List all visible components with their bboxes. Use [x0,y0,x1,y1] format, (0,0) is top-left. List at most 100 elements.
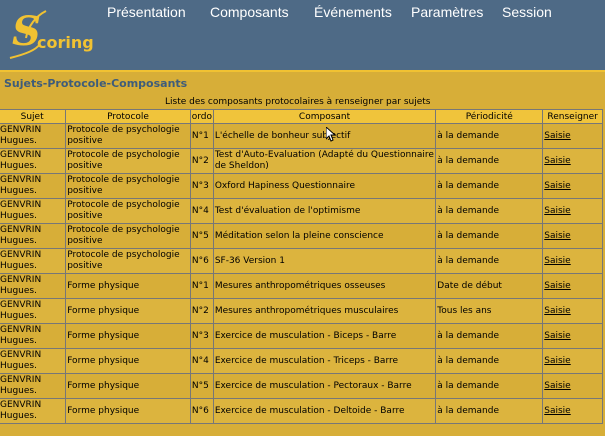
logo-text: coring [37,33,94,52]
cell-sujet: GENVRIN Hugues. [0,173,67,199]
cell-renseigner: Saisie [542,273,603,299]
col-header-periodicite: Périodicité [435,109,544,124]
cell-composant: Exercice de musculation - Triceps - Barr… [212,348,437,374]
cell-ordo: N°5 [189,373,214,399]
saisie-link[interactable]: Saisie [544,381,570,391]
saisie-link[interactable]: Saisie [544,356,570,366]
cell-composant: SF-36 Version 1 [212,248,437,274]
main-nav: Présentation Composants Événements Param… [0,4,605,24]
cell-sujet: GENVRIN Hugues. [0,148,67,174]
cell-protocole: Protocole de psychologie positive [65,248,191,274]
cell-renseigner: Saisie [542,398,603,424]
cell-protocole: Protocole de psychologie positive [65,123,191,149]
nav-item-parametres[interactable]: Paramètres [411,4,483,20]
cell-sujet: GENVRIN Hugues. [0,348,67,374]
cell-ordo: N°2 [189,298,214,324]
cell-protocole: Forme physique [65,373,191,399]
cell-sujet: GENVRIN Hugues. [0,398,67,424]
cell-protocole: Forme physique [65,298,191,324]
table-row: GENVRIN Hugues. Protocole de psychologie … [0,198,603,224]
cell-sujet: GENVRIN Hugues. [0,373,67,399]
table-row: GENVRIN Hugues. Protocole de psychologie … [0,248,603,274]
cell-periodicite: à la demande [435,123,544,149]
cell-protocole: Forme physique [65,348,191,374]
table-row: GENVRIN Hugues. Forme physique N°4 Exercice… [0,348,603,374]
cell-composant: Test d'Auto-Evaluation (Adapté du Questi… [212,148,437,174]
cell-protocole: Protocole de psychologie positive [65,148,191,174]
table-row: GENVRIN Hugues. Protocole de psychologie … [0,223,603,249]
cell-ordo: N°5 [189,223,214,249]
col-header-protocole: Protocole [65,109,191,124]
cell-ordo: N°4 [189,348,214,374]
table-header-row: Sujet Protocole ordo Composant Périodici… [0,109,603,124]
cell-ordo: N°1 [189,123,214,149]
cell-composant: L'échelle de bonheur subjectif [212,123,437,149]
table-row: GENVRIN Hugues. Forme physique N°5 Exercice… [0,373,603,399]
cell-renseigner: Saisie [542,348,603,374]
cell-protocole: Protocole de psychologie positive [65,223,191,249]
col-header-ordo: ordo [189,109,214,124]
table-row: GENVRIN Hugues. Forme physique N°6 Exercice… [0,398,603,424]
table-row: GENVRIN Hugues. Protocole de psychologie … [0,123,603,149]
cell-protocole: Protocole de psychologie positive [65,198,191,224]
nav-item-presentation[interactable]: Présentation [107,4,186,20]
cell-ordo: N°6 [189,398,214,424]
cell-sujet: GENVRIN Hugues. [0,198,67,224]
cell-renseigner: Saisie [542,148,603,174]
cell-renseigner: Saisie [542,223,603,249]
saisie-link[interactable]: Saisie [544,281,570,291]
cell-ordo: N°1 [189,273,214,299]
cell-protocole: Forme physique [65,273,191,299]
saisie-link[interactable]: Saisie [544,131,570,141]
cell-periodicite: à la demande [435,173,544,199]
saisie-link[interactable]: Saisie [544,331,570,341]
nav-item-composants[interactable]: Composants [210,4,289,20]
col-header-renseigner: Renseigner [542,109,603,124]
cell-renseigner: Saisie [542,323,603,349]
cell-periodicite: à la demande [435,148,544,174]
cell-composant: Méditation selon la pleine conscience [212,223,437,249]
cell-renseigner: Saisie [542,198,603,224]
col-header-sujet: Sujet [0,109,67,124]
cell-renseigner: Saisie [542,373,603,399]
table-row: GENVRIN Hugues. Protocole de psychologie … [0,173,603,199]
saisie-link[interactable]: Saisie [544,256,570,266]
cell-composant: Exercice de musculation - Deltoide - Bar… [212,398,437,424]
saisie-link[interactable]: Saisie [544,231,570,241]
saisie-link[interactable]: Saisie [544,306,570,316]
cell-sujet: GENVRIN Hugues. [0,273,67,299]
nav-item-session[interactable]: Session [502,4,552,20]
cell-composant: Exercice de musculation - Biceps - Barre [212,323,437,349]
col-header-composant: Composant [212,109,437,124]
cell-ordo: N°6 [189,248,214,274]
cell-renseigner: Saisie [542,298,603,324]
cell-periodicite: à la demande [435,398,544,424]
app-header: S coring Présentation Composants Événeme… [0,0,605,70]
cell-periodicite: à la demande [435,373,544,399]
cell-periodicite: à la demande [435,323,544,349]
saisie-link[interactable]: Saisie [544,181,570,191]
cell-protocole: Protocole de psychologie positive [65,173,191,199]
table-row: GENVRIN Hugues. Forme physique N°1 Mesures … [0,273,603,299]
nav-item-evenements[interactable]: Événements [314,4,392,20]
saisie-link[interactable]: Saisie [544,156,570,166]
cell-composant: Mesures anthropométriques musculaires [212,298,437,324]
page-title: Sujets-Protocole-Composants [4,77,188,90]
cell-sujet: GENVRIN Hugues. [0,223,67,249]
cell-renseigner: Saisie [542,123,603,149]
cell-composant: Exercice de musculation - Pectoraux - Ba… [212,373,437,399]
cell-periodicite: à la demande [435,198,544,224]
saisie-link[interactable]: Saisie [544,206,570,216]
cell-ordo: N°2 [189,148,214,174]
cell-periodicite: à la demande [435,248,544,274]
cell-ordo: N°3 [189,323,214,349]
cell-renseigner: Saisie [542,248,603,274]
mouse-cursor-icon [326,127,336,142]
cell-periodicite: Tous les ans [435,298,544,324]
cell-composant: Mesures anthropométriques osseuses [212,273,437,299]
saisie-link[interactable]: Saisie [544,406,570,416]
cell-ordo: N°3 [189,173,214,199]
cell-protocole: Forme physique [65,323,191,349]
cell-composant: Oxford Hapiness Questionnaire [212,173,437,199]
cell-periodicite: à la demande [435,348,544,374]
